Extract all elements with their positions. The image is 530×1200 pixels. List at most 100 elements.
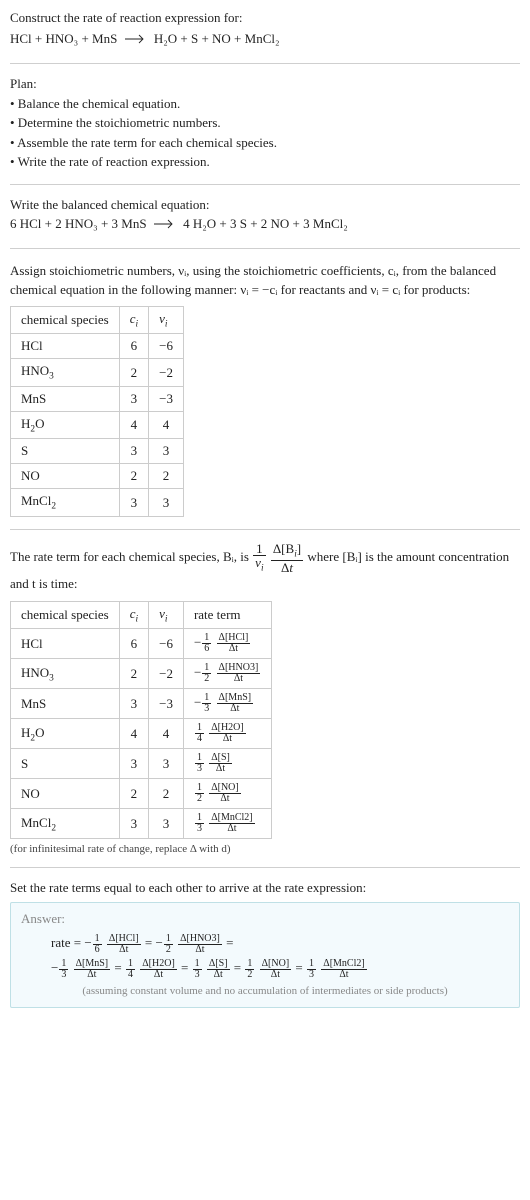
nui-cell: 4 (149, 411, 184, 439)
answer-label: Answer: (21, 911, 509, 927)
nui-cell: −3 (149, 386, 184, 411)
table-row: NO2212 Δ[NO]Δt (11, 779, 272, 809)
nui-cell: −6 (149, 334, 184, 359)
rate-term-cell: 13 Δ[MnCl2]Δt (183, 809, 271, 839)
rate-term-general-formula: 1νi Δ[Bi]Δt (252, 549, 307, 564)
prompt-line1: Construct the rate of reaction expressio… (10, 10, 242, 25)
col-ci: ci (119, 601, 148, 629)
infinitesimal-note: (for infinitesimal rate of change, repla… (10, 843, 520, 855)
table-row: S33 (11, 439, 184, 464)
balanced-block: Write the balanced chemical equation: 6 … (10, 197, 520, 236)
nui-cell: 4 (149, 719, 184, 749)
plan-item: • Balance the chemical equation. (10, 94, 520, 114)
separator (10, 248, 520, 249)
ci-cell: 3 (119, 689, 148, 719)
ci-cell: 6 (119, 334, 148, 359)
ci-cell: 2 (119, 359, 148, 387)
table-row: MnS3−3−13 Δ[MnS]Δt (11, 689, 272, 719)
col-species: chemical species (11, 601, 120, 629)
ci-cell: 4 (119, 719, 148, 749)
table-row: HNO32−2−12 Δ[HNO3]Δt (11, 659, 272, 689)
species-cell: HNO3 (11, 359, 120, 387)
nui-cell: 2 (149, 779, 184, 809)
nui-cell: 2 (149, 464, 184, 489)
species-cell: MnS (11, 386, 120, 411)
nui-cell: 3 (149, 489, 184, 517)
species-cell: NO (11, 464, 120, 489)
assumption-note: (assuming constant volume and no accumul… (21, 985, 509, 997)
table-row: MnCl23313 Δ[MnCl2]Δt (11, 809, 272, 839)
prompt-eq-rhs: H₂O + S + NO + MnCl₂ (154, 31, 280, 46)
table-row: HCl6−6 (11, 334, 184, 359)
table-row: H2O4414 Δ[H2O]Δt (11, 719, 272, 749)
nui-cell: −2 (149, 659, 184, 689)
nui-cell: −6 (149, 629, 184, 659)
table-row: MnS3−3 (11, 386, 184, 411)
prompt-eq-lhs: HCl + HNO₃ + MnS (10, 31, 117, 46)
rate-term-text: The rate term for each chemical species,… (10, 542, 520, 595)
plan-item: • Assemble the rate term for each chemic… (10, 133, 520, 153)
plan-item: • Write the rate of reaction expression. (10, 152, 520, 172)
col-nui: νi (149, 306, 184, 334)
table-row: HCl6−6−16 Δ[HCl]Δt (11, 629, 272, 659)
species-cell: HNO3 (11, 659, 120, 689)
nui-cell: −3 (149, 689, 184, 719)
col-ci: ci (119, 306, 148, 334)
species-cell: H2O (11, 719, 120, 749)
separator (10, 867, 520, 868)
rate-term-text-1: The rate term for each chemical species,… (10, 549, 252, 564)
rate-term-cell: 14 Δ[H2O]Δt (183, 719, 271, 749)
ci-cell: 2 (119, 779, 148, 809)
plan-heading: Plan: (10, 76, 520, 92)
separator (10, 63, 520, 64)
balanced-lhs: 6 HCl + 2 HNO₃ + 3 MnS (10, 216, 147, 231)
rate-term-cell: 13 Δ[S]Δt (183, 749, 271, 779)
answer-box: Answer: rate = −16 Δ[HCl]Δt = −12 Δ[HNO3… (10, 902, 520, 1007)
col-nui: νi (149, 601, 184, 629)
table-row: H2O44 (11, 411, 184, 439)
nui-cell: −2 (149, 359, 184, 387)
nui-cell: 3 (149, 749, 184, 779)
prompt-equation: HCl + HNO₃ + MnS H₂O + S + NO + MnCl₂ (10, 31, 280, 46)
species-cell: MnS (11, 689, 120, 719)
stoich-text: Assign stoichiometric numbers, νᵢ, using… (10, 261, 520, 300)
ci-cell: 3 (119, 489, 148, 517)
reaction-arrow-icon (125, 29, 147, 51)
table-row: NO22 (11, 464, 184, 489)
rate-term-cell: 12 Δ[NO]Δt (183, 779, 271, 809)
separator (10, 529, 520, 530)
ci-cell: 3 (119, 386, 148, 411)
prompt-block: Construct the rate of reaction expressio… (10, 8, 520, 51)
plan-item: • Determine the stoichiometric numbers. (10, 113, 520, 133)
separator (10, 184, 520, 185)
nui-cell: 3 (149, 439, 184, 464)
ci-cell: 4 (119, 411, 148, 439)
species-cell: NO (11, 779, 120, 809)
species-cell: S (11, 439, 120, 464)
balanced-heading: Write the balanced chemical equation: (10, 197, 520, 213)
nui-cell: 3 (149, 809, 184, 839)
ci-cell: 3 (119, 809, 148, 839)
table-row: S3313 Δ[S]Δt (11, 749, 272, 779)
rate-term-table: chemical speciesciνirate termHCl6−6−16 Δ… (10, 601, 272, 840)
ci-cell: 2 (119, 464, 148, 489)
document-body: Construct the rate of reaction expressio… (0, 0, 530, 1022)
stoichiometry-table: chemical speciesciνiHCl6−6HNO32−2MnS3−3H… (10, 306, 184, 517)
plan-block: Plan: • Balance the chemical equation. •… (10, 76, 520, 172)
rate-term-cell: −13 Δ[MnS]Δt (183, 689, 271, 719)
col-species: chemical species (11, 306, 120, 334)
species-cell: MnCl2 (11, 809, 120, 839)
table-row: HNO32−2 (11, 359, 184, 387)
table-row: MnCl233 (11, 489, 184, 517)
ci-cell: 3 (119, 749, 148, 779)
reaction-arrow-icon (154, 214, 176, 236)
col-rate-term: rate term (183, 601, 271, 629)
species-cell: H2O (11, 411, 120, 439)
ci-cell: 2 (119, 659, 148, 689)
rate-expression: rate = −16 Δ[HCl]Δt = −12 Δ[HNO3]Δt = −1… (21, 931, 509, 980)
rate-term-cell: −12 Δ[HNO3]Δt (183, 659, 271, 689)
species-cell: HCl (11, 334, 120, 359)
ci-cell: 3 (119, 439, 148, 464)
balanced-rhs: 4 H₂O + 3 S + 2 NO + 3 MnCl₂ (183, 216, 348, 231)
final-heading: Set the rate terms equal to each other t… (10, 880, 520, 896)
